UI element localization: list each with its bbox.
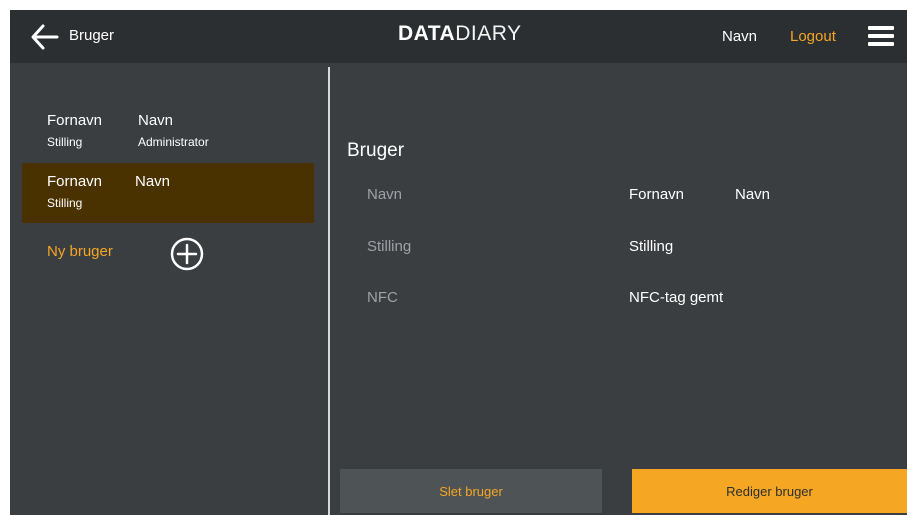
logout-link[interactable]: Logout xyxy=(790,28,836,45)
user-role: Administrator xyxy=(138,135,209,149)
user-last-name: Navn xyxy=(138,112,174,129)
user-position: Stilling xyxy=(47,135,83,149)
user-first-name: Fornavn xyxy=(47,173,103,190)
field-label-nfc: NFC xyxy=(367,289,398,306)
user-position: Stilling xyxy=(47,196,83,210)
user-list-item-selected[interactable]: Fornavn Navn Stilling xyxy=(22,163,314,223)
logo-bold-text: DATA xyxy=(398,22,456,45)
current-user-name: Navn xyxy=(722,28,758,45)
delete-user-button[interactable]: Slet bruger xyxy=(340,469,602,513)
top-bar: Bruger DATADIARY Navn Logout xyxy=(10,10,907,63)
panel-divider xyxy=(328,67,330,515)
field-label-position: Stilling xyxy=(367,238,412,255)
arrow-left-icon[interactable] xyxy=(30,23,60,51)
menu-bar-line xyxy=(868,26,894,30)
user-last-name: Navn xyxy=(135,173,171,190)
plus-circle-icon[interactable] xyxy=(170,237,204,271)
menu-bar-line xyxy=(868,42,894,46)
new-user-link[interactable]: Ny bruger xyxy=(47,243,113,260)
app-window: Bruger DATADIARY Navn Logout Fornavn Nav… xyxy=(10,10,907,515)
logo: DATADIARY xyxy=(398,22,522,46)
menu-bar-line xyxy=(868,34,894,38)
page-title: Bruger xyxy=(69,27,115,44)
field-value-first-name: Fornavn xyxy=(629,186,685,203)
field-value-nfc: NFC-tag gemt xyxy=(629,289,724,306)
field-value-position: Stilling xyxy=(629,238,674,255)
hamburger-menu-icon[interactable] xyxy=(868,26,894,46)
edit-user-button[interactable]: Rediger bruger xyxy=(632,469,907,513)
detail-title: Bruger xyxy=(347,140,405,161)
user-list-item[interactable]: Fornavn Navn Stilling Administrator xyxy=(22,100,314,160)
field-label-name: Navn xyxy=(367,186,403,203)
field-value-last-name: Navn xyxy=(735,186,771,203)
logo-light-text: DIARY xyxy=(455,22,522,45)
user-first-name: Fornavn xyxy=(47,112,103,129)
